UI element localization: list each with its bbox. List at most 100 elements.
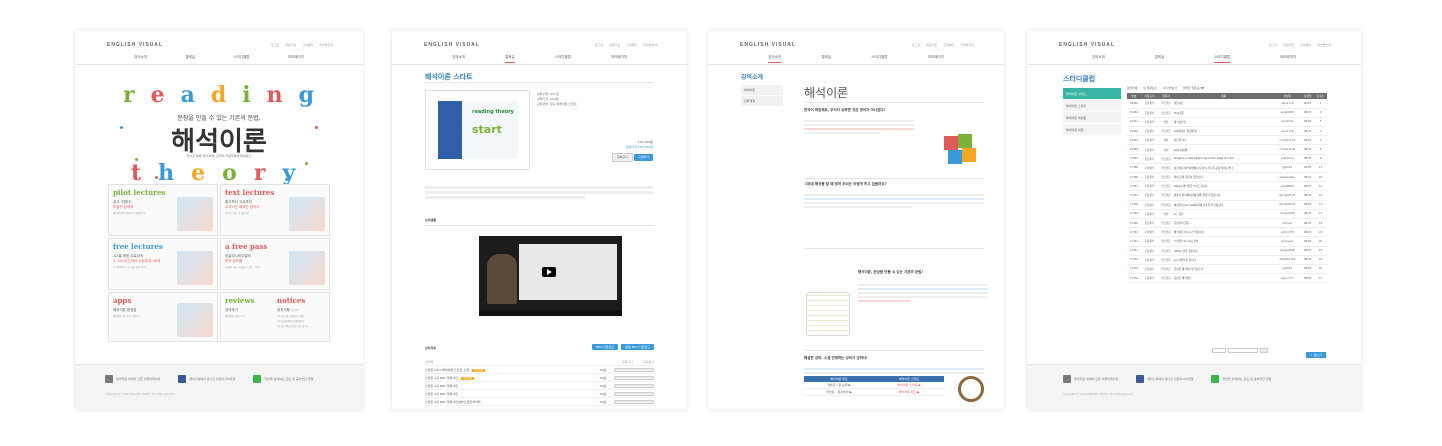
sidebar-item-service[interactable]: 해석이론 서비스	[1063, 88, 1121, 100]
signup-link[interactable]: 회원가입	[609, 43, 620, 47]
lesson-row[interactable]: 스타트 2강 RR1 명령사진 15분	[425, 382, 654, 390]
nav-study[interactable]: 스터디클럽	[233, 55, 249, 62]
cell-title[interactable]: 문장은 해석질문	[1173, 273, 1274, 284]
tab-my-questions[interactable]: 내 질문보기	[1143, 86, 1157, 90]
nav-payment[interactable]: 결제실	[821, 55, 831, 63]
guide-link[interactable]: 학습방안내	[643, 43, 657, 47]
table-row[interactable]: 17386 문장해석 학습질문 영어 문제 질문이 있습니다. allegamiess 0…	[1127, 172, 1327, 183]
table-row[interactable]: 17893 문장해석 학습질문 Imagine a cafe balancing on…	[1127, 154, 1327, 164]
logo[interactable]: ENGLISH VISUAL	[107, 42, 163, 48]
notice-item[interactable]: [공지] 홈페이지 개편안내	[277, 319, 325, 323]
nav-intro[interactable]: 강의소개	[134, 55, 147, 62]
sidebar-item-commentary[interactable]: 해석이론 해설판	[1063, 112, 1121, 124]
cell-title[interactable]: 문장들의 질문...	[1173, 218, 1274, 229]
sidebar-item-theory[interactable]: 해석이론	[741, 85, 783, 96]
cell-title[interactable]: 상단질문 해석하면에서 문자의 강는데 공통적이지 않나	[1173, 163, 1274, 174]
more-link[interactable]: 더보기	[291, 309, 298, 312]
footer-item[interactable]: 영어학원 네이버 오픈 어플리케이션	[105, 375, 160, 383]
support-link[interactable]: 고객센터	[302, 43, 313, 47]
lesson-row[interactable]: 스타트 Intro 해석이론 스타트 소개 무료강의 15분	[425, 366, 654, 374]
view-button[interactable]	[614, 399, 654, 404]
nav-intro[interactable]: 강의소개	[768, 55, 782, 63]
cell-title[interactable]: 해석이론의	[1173, 117, 1274, 128]
table-row[interactable]: 17339 문장해석 학습질문 문장을 해석하나면 입니다? jjq0191 08/03 2…	[1127, 264, 1327, 275]
notice-item[interactable]: [공지] 서비스점검 기간 및 개..	[277, 324, 325, 328]
cell-title[interactable]: 질문이요	[1173, 99, 1274, 109]
cell-title[interactable]: ddlive 관련 질문이요	[1173, 246, 1274, 256]
table-row[interactable]: 19463 문장해석 학습질문 질문이요 user1172 08/03 1	[1127, 99, 1327, 109]
search-select[interactable]	[1212, 348, 1226, 353]
table-row[interactable]: 17350 문장해석 학습질문 해설문이 sol new에 대해 공통을 부탁합니다.…	[1127, 200, 1327, 210]
mp3-download-button[interactable]: MP3 다운로드	[591, 344, 619, 350]
table-row[interactable]: 학습은 / 문장해석 ▶ 해석이론 파트 ▶	[804, 389, 944, 396]
nav-intro[interactable]: 강의소개	[452, 55, 465, 63]
login-link[interactable]: 로그인	[912, 43, 920, 47]
nav-intro[interactable]: 강의소개	[1092, 55, 1105, 63]
write-button[interactable]: + 글쓰기	[1306, 352, 1326, 358]
cell-title[interactable]: a드 질문	[1173, 209, 1274, 219]
cell-title[interactable]: 해석이론 내 so 관 질문이오.	[1173, 227, 1274, 238]
cell-title[interactable]: 해설문이 sol new에 대해 공통을 부탁합니다.	[1173, 200, 1274, 210]
footer-item[interactable]: 페이스북에서 만나요 잉글리시비주얼	[178, 375, 235, 383]
table-row[interactable]: 17346 문장해석 학습질문 문장들의 질문... artmoin 08/03 19	[1127, 218, 1327, 229]
nav-study[interactable]: 스터디클럽	[871, 55, 887, 63]
table-row[interactable]: 19462 문장해석 학습질문 This질문 english90 08/03 4	[1127, 108, 1327, 118]
footer-item[interactable]: 페이스북에서 만나요 잉글리시비주얼	[1136, 375, 1193, 383]
table-row[interactable]: 17340 문장해석 학습질문 sol 관련질문 입니다 dmaditw160 08/03…	[1127, 255, 1327, 265]
signup-link[interactable]: 회원가입	[285, 43, 296, 47]
nav-study[interactable]: 스터디클럽	[555, 55, 571, 63]
table-row[interactable]: 17386 문장해석 학습질문 상단질문 해석하면에서 문자의 강는데 공통적이지 않…	[1127, 163, 1327, 174]
video-player[interactable]	[479, 236, 622, 316]
cell-title[interactable]: 질문입니다	[1173, 135, 1274, 146]
guide-link[interactable]: 학습방안내	[960, 43, 974, 47]
logo[interactable]: ENGLISH VISUAL	[424, 42, 480, 48]
tile-pilot[interactable]: pilot lectures 쉽고 가볍다! 파일럿 강좌와 해석이론의 핵심부…	[108, 184, 218, 236]
nav-mypage[interactable]: 마이페이지	[1280, 55, 1296, 63]
table-row[interactable]: 17343 문장해석 학습질문 해석이론 내 so 관 질문이오. arthio378 0…	[1127, 227, 1327, 238]
table-row[interactable]: 19460 문장해석 학습질문 ask해당문 질문에 대 user1179 08/03 2	[1127, 126, 1327, 137]
table-row[interactable]: 17336 문장해석 학습질문 문장은 해석질문 kayus777 08/03 21	[1127, 273, 1327, 284]
view-button[interactable]	[614, 367, 654, 372]
table-row[interactable]: 17351 문장해석 학습질문 happy 해석질문 부탁드립니다. user86821…	[1127, 181, 1327, 192]
buy-button[interactable]: 구입하기	[634, 154, 654, 161]
table-row[interactable]: 17341 문장해석 학습질문 ddlive 관련 질문이요 hangu0708 08/0…	[1127, 246, 1327, 256]
login-link[interactable]: 로그인	[595, 43, 603, 47]
search-button[interactable]	[1260, 348, 1268, 353]
play-icon[interactable]	[542, 267, 556, 277]
cell-title[interactable]: Imagine a cafe balancing on the edge of …	[1173, 154, 1274, 164]
view-button[interactable]	[614, 375, 654, 380]
nav-mypage[interactable]: 마이페이지	[611, 55, 627, 63]
table-row[interactable]: 17352 문장해석 학습질문 영종사 와이헤이어에 대해 질문이 있습니다. dpnr…	[1127, 190, 1327, 201]
notice-item[interactable]: [공지] 기존 회원에서 새단..	[277, 314, 325, 318]
login-link[interactable]: 로그인	[271, 43, 279, 47]
lesson-row[interactable]: 스타트 1강 RR1 명령사진 무료강의 15분	[425, 374, 654, 382]
tile-free[interactable]: free lectures 고3을 위한 무료강의 1. 2014년 EBS 수…	[108, 238, 218, 290]
logo[interactable]: ENGLISH VISUAL	[1059, 42, 1115, 48]
table-row[interactable]: 19459 문장해석 해설 질문입니다 christo1118 08/03 3	[1127, 135, 1327, 146]
nav-study[interactable]: 스터디클럽	[1214, 55, 1231, 63]
cell-title[interactable]: 문장을 해석하나면 입니다?	[1173, 264, 1274, 275]
cell-title[interactable]: This질문	[1173, 108, 1274, 118]
nav-payment[interactable]: 결제실	[504, 55, 515, 63]
cell-title[interactable]: happy 해석질문 부탁드립니다.	[1173, 181, 1274, 192]
footer-item[interactable]: 학습을 선택하는 모든 내 공부습관 연결	[1211, 375, 1271, 383]
cell-title[interactable]: as의 여름에	[1173, 144, 1274, 155]
cell-title[interactable]: ask해당문 질문에 대	[1173, 126, 1274, 137]
nav-mypage[interactable]: 마이페이지	[928, 55, 944, 63]
lesson-row[interactable]: 스타트 3강 RR1 명령사진 15분	[425, 390, 654, 398]
support-link[interactable]: 고객센터	[1300, 43, 1311, 47]
table-row[interactable]: 19461 문장해석 해설 해석이론의 user0172 08/03 5	[1127, 117, 1327, 128]
guide-link[interactable]: 학습방안내	[1317, 43, 1331, 47]
logo[interactable]: ENGLISH VISUAL	[740, 42, 796, 48]
view-button[interactable]	[614, 383, 654, 388]
sidebar-item-plan[interactable]: 강좌계획	[741, 96, 783, 107]
lesson-row[interactable]: 스타트 4강 RR1 명령사진(해석) 준전치어적 15분	[425, 398, 654, 406]
table-row[interactable]: 학습은 / 중 순위 ▶ 해석이론 스타트 ▶	[804, 382, 944, 389]
tile-reviews[interactable]: reviews 강의후기 해석이론 강의 후기 notices 공지사항 더보기…	[220, 292, 330, 342]
nav-mypage[interactable]: 마이페이지	[288, 55, 304, 62]
nav-payment[interactable]: 결제실	[185, 55, 195, 62]
signup-link[interactable]: 회원가입	[926, 43, 937, 47]
video-controls[interactable]	[479, 310, 622, 316]
table-row[interactable]: 17349 문장해석 해설 a드 질문 hangu0708 08/03 17	[1127, 209, 1327, 219]
cell-title[interactable]: 영어 문제 질문이 있습니다.	[1173, 172, 1274, 183]
